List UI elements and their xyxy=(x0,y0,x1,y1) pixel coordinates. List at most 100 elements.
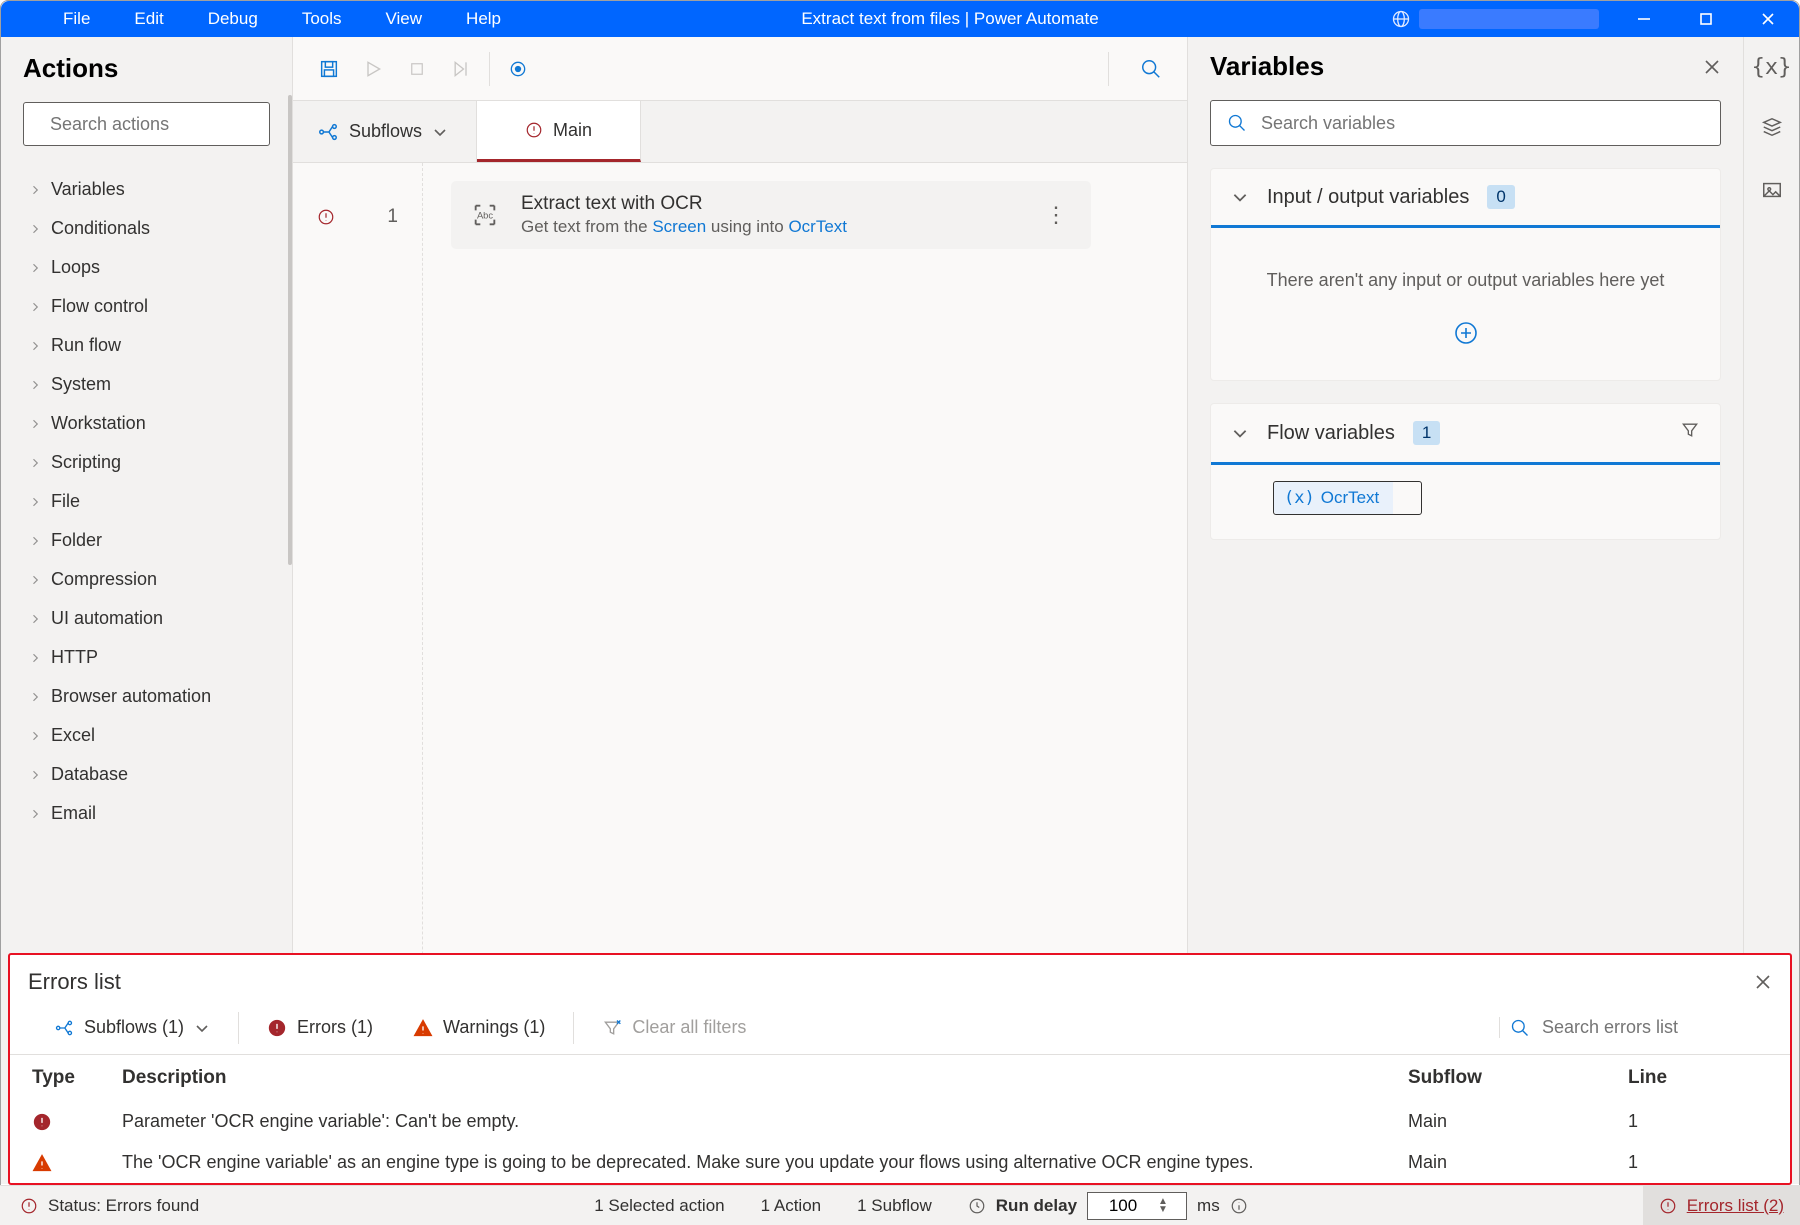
actions-search-input[interactable] xyxy=(50,114,282,135)
action-category[interactable]: Workstation xyxy=(1,404,292,443)
errors-subflows-filter[interactable]: Subflows (1) xyxy=(34,1007,230,1048)
io-variables-header[interactable]: Input / output variables 0 xyxy=(1211,169,1720,228)
action-category[interactable]: Excel xyxy=(1,716,292,755)
toolbar xyxy=(293,37,1187,101)
chevron-right-icon xyxy=(29,652,41,664)
action-category[interactable]: Email xyxy=(1,794,292,833)
action-category[interactable]: HTTP xyxy=(1,638,292,677)
maximize-button[interactable] xyxy=(1675,1,1737,37)
chevron-right-icon xyxy=(29,457,41,469)
run-delay-input[interactable]: ▲▼ xyxy=(1087,1192,1187,1220)
variables-header: Variables xyxy=(1210,51,1324,82)
action-card-ocr[interactable]: Abc Extract text with OCR Get text from … xyxy=(451,181,1091,249)
menu-edit[interactable]: Edit xyxy=(112,1,185,37)
chevron-right-icon xyxy=(29,769,41,781)
action-category[interactable]: File xyxy=(1,482,292,521)
action-category[interactable]: Loops xyxy=(1,248,292,287)
action-category[interactable]: Variables xyxy=(1,170,292,209)
clear-filter-icon xyxy=(602,1018,622,1038)
scrollbar[interactable] xyxy=(288,95,292,565)
errors-header: Errors list xyxy=(28,969,121,995)
action-category[interactable]: Database xyxy=(1,755,292,794)
chevron-right-icon xyxy=(29,574,41,586)
close-button[interactable] xyxy=(1737,1,1799,37)
menu-view[interactable]: View xyxy=(364,1,445,37)
actions-search[interactable] xyxy=(23,102,270,146)
action-category[interactable]: Scripting xyxy=(1,443,292,482)
variables-search[interactable] xyxy=(1210,100,1721,146)
error-row[interactable]: The 'OCR engine variable' as an engine t… xyxy=(10,1142,1790,1183)
error-icon xyxy=(1659,1197,1677,1215)
titlebar: File Edit Debug Tools View Help Extract … xyxy=(1,1,1799,37)
flow-variables-header[interactable]: Flow variables 1 xyxy=(1211,404,1720,465)
subflows-dropdown[interactable]: Subflows xyxy=(293,101,477,162)
errors-search[interactable] xyxy=(1499,1017,1772,1038)
errors-search-input[interactable] xyxy=(1542,1017,1762,1038)
save-button[interactable] xyxy=(307,47,351,91)
step-button[interactable] xyxy=(439,47,483,91)
search-icon xyxy=(1227,113,1247,133)
action-category[interactable]: UI automation xyxy=(1,599,292,638)
variable-chip-ocrtext[interactable]: (x)OcrText xyxy=(1273,481,1422,515)
chevron-down-icon xyxy=(432,124,448,140)
chevron-right-icon xyxy=(29,613,41,625)
menu-help[interactable]: Help xyxy=(444,1,523,37)
rail-variables-icon[interactable]: {x} xyxy=(1752,55,1792,80)
menu-bar: File Edit Debug Tools View Help xyxy=(1,1,523,37)
chevron-right-icon xyxy=(29,379,41,391)
action-category[interactable]: Run flow xyxy=(1,326,292,365)
chevron-right-icon xyxy=(29,496,41,508)
errors-errors-filter[interactable]: Errors (1) xyxy=(247,1007,393,1048)
rail-image-icon[interactable] xyxy=(1761,179,1783,206)
minimize-button[interactable] xyxy=(1613,1,1675,37)
errors-columns: Type Description Subflow Line xyxy=(10,1055,1790,1101)
menu-tools[interactable]: Tools xyxy=(280,1,364,37)
stop-button[interactable] xyxy=(395,47,439,91)
flow-icon xyxy=(317,121,339,143)
warning-icon xyxy=(413,1018,433,1038)
svg-text:Abc: Abc xyxy=(477,211,493,221)
actions-header: Actions xyxy=(1,51,292,102)
action-category[interactable]: Folder xyxy=(1,521,292,560)
close-icon[interactable] xyxy=(1754,973,1772,991)
chevron-down-icon xyxy=(1231,188,1249,206)
rail-layers-icon[interactable] xyxy=(1761,116,1783,143)
chevron-down-icon xyxy=(194,1020,210,1036)
io-variables-card: Input / output variables 0 There aren't … xyxy=(1210,168,1721,381)
delay-unit: ms xyxy=(1197,1196,1220,1216)
filter-button[interactable] xyxy=(1680,420,1700,446)
run-button[interactable] xyxy=(351,47,395,91)
add-io-variable-button[interactable] xyxy=(1235,321,1696,350)
errors-list-link[interactable]: Errors list (2) xyxy=(1643,1186,1800,1225)
record-button[interactable] xyxy=(496,47,540,91)
chevron-right-icon xyxy=(29,223,41,235)
card-more-button[interactable]: ⋮ xyxy=(1039,202,1073,228)
action-category[interactable]: Conditionals xyxy=(1,209,292,248)
close-icon[interactable] xyxy=(1703,58,1721,76)
chevron-right-icon xyxy=(29,262,41,274)
variables-search-input[interactable] xyxy=(1261,113,1704,134)
error-row[interactable]: Parameter 'OCR engine variable': Can't b… xyxy=(10,1101,1790,1142)
chevron-down-icon xyxy=(1231,424,1249,442)
action-category[interactable]: Compression xyxy=(1,560,292,599)
tab-main[interactable]: Main xyxy=(477,101,641,162)
action-category[interactable]: Flow control xyxy=(1,287,292,326)
menu-file[interactable]: File xyxy=(41,1,112,37)
chevron-right-icon xyxy=(29,535,41,547)
subflows-count: 1 Subflow xyxy=(857,1196,932,1216)
clear-filters-button[interactable]: Clear all filters xyxy=(582,1007,766,1048)
info-icon[interactable] xyxy=(1230,1197,1248,1215)
flow-icon xyxy=(54,1018,74,1038)
status-text: Status: Errors found xyxy=(48,1196,199,1216)
search-icon xyxy=(1510,1018,1530,1038)
selected-count: 1 Selected action xyxy=(594,1196,724,1216)
error-icon xyxy=(317,208,335,226)
errors-warnings-filter[interactable]: Warnings (1) xyxy=(393,1007,565,1048)
environment-picker[interactable] xyxy=(1377,9,1613,29)
menu-debug[interactable]: Debug xyxy=(186,1,280,37)
stepper-icon[interactable]: ▲▼ xyxy=(1158,1198,1168,1214)
toolbar-search-button[interactable] xyxy=(1129,47,1173,91)
action-category[interactable]: Browser automation xyxy=(1,677,292,716)
row-number: 1 xyxy=(387,206,398,228)
action-category[interactable]: System xyxy=(1,365,292,404)
